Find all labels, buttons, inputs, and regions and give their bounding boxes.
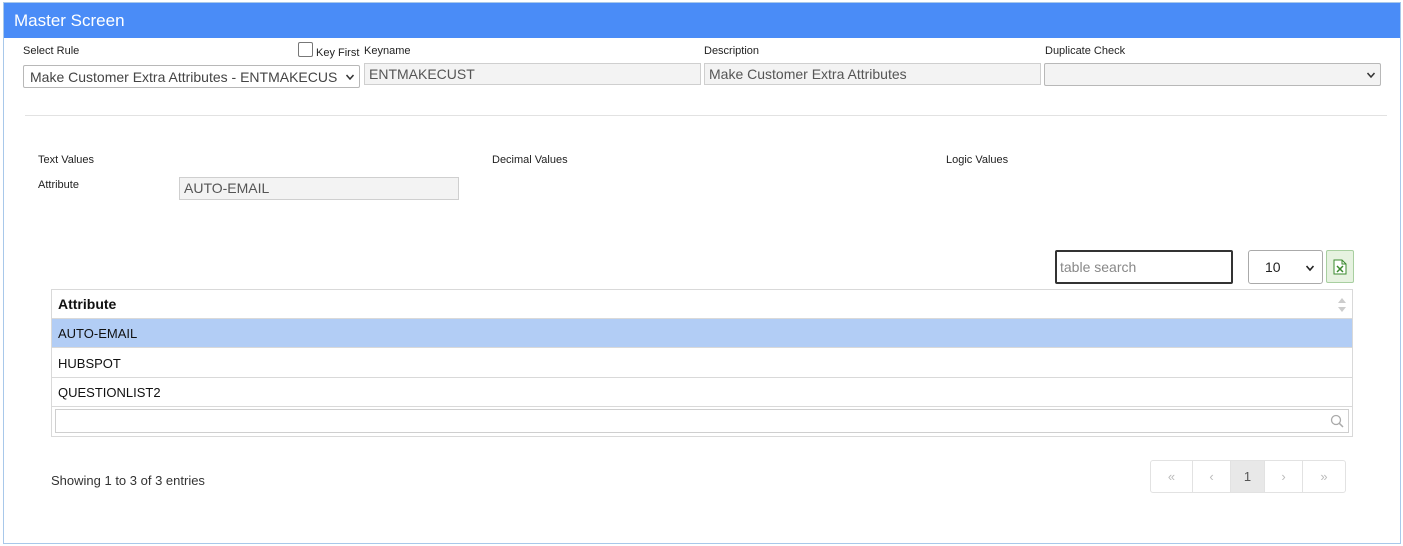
page-title: Master Screen — [4, 3, 1400, 38]
description-field[interactable]: Make Customer Extra Attributes — [704, 63, 1041, 85]
select-rule-label: Select Rule — [23, 45, 80, 57]
excel-export-button[interactable] — [1326, 250, 1354, 283]
select-rule-value: Make Customer Extra Attributes - ENTMAKE… — [30, 69, 338, 85]
page-1-button[interactable]: 1 — [1231, 461, 1265, 492]
sort-icon — [1338, 298, 1346, 312]
key-first-checkbox[interactable] — [298, 42, 313, 57]
duplicate-check-dropdown[interactable] — [1044, 63, 1381, 86]
last-page-button[interactable]: » — [1303, 461, 1345, 492]
table-row[interactable]: HUBSPOT — [52, 349, 1352, 378]
table-cell: AUTO-EMAIL — [58, 326, 138, 341]
table-search-input[interactable]: table search — [1055, 250, 1233, 284]
search-icon — [1330, 414, 1344, 428]
attribute-table: Attribute AUTO-EMAIL HUBSPOT QUESTIONLIS… — [51, 289, 1353, 437]
first-page-button[interactable]: « — [1151, 461, 1193, 492]
table-header-label: Attribute — [58, 296, 117, 312]
divider — [25, 115, 1387, 116]
text-values-label: Text Values — [38, 154, 95, 166]
key-first-label: Key First — [316, 47, 360, 59]
attribute-field[interactable]: AUTO-EMAIL — [179, 177, 459, 200]
select-rule-dropdown[interactable]: Make Customer Extra Attributes - ENTMAKE… — [23, 65, 360, 88]
excel-export-icon — [1333, 259, 1347, 275]
table-row[interactable]: AUTO-EMAIL — [52, 319, 1352, 348]
keyname-field[interactable]: ENTMAKECUST — [364, 63, 701, 85]
page-size-select[interactable]: 10 — [1248, 250, 1323, 284]
page-size-value: 10 — [1265, 259, 1281, 275]
pagination: « ‹ 1 › » — [1150, 460, 1346, 493]
keyname-label: Keyname — [364, 45, 411, 57]
chevron-down-icon — [346, 74, 354, 81]
table-cell: QUESTIONLIST2 — [58, 385, 161, 400]
table-info: Showing 1 to 3 of 3 entries — [51, 473, 205, 488]
duplicate-check-label: Duplicate Check — [1045, 45, 1126, 57]
decimal-values-label: Decimal Values — [492, 154, 568, 166]
attribute-label: Attribute — [38, 179, 79, 191]
prev-page-button[interactable]: ‹ — [1193, 461, 1231, 492]
table-header-attribute[interactable]: Attribute — [52, 290, 1352, 319]
table-row[interactable]: QUESTIONLIST2 — [52, 378, 1352, 407]
next-page-button[interactable]: › — [1265, 461, 1303, 492]
description-label: Description — [704, 45, 760, 57]
chevron-down-icon — [1367, 72, 1375, 79]
table-cell: HUBSPOT — [58, 356, 121, 371]
column-filter-input[interactable] — [55, 409, 1349, 433]
logic-values-label: Logic Values — [946, 154, 1009, 166]
chevron-down-icon — [1306, 265, 1314, 272]
